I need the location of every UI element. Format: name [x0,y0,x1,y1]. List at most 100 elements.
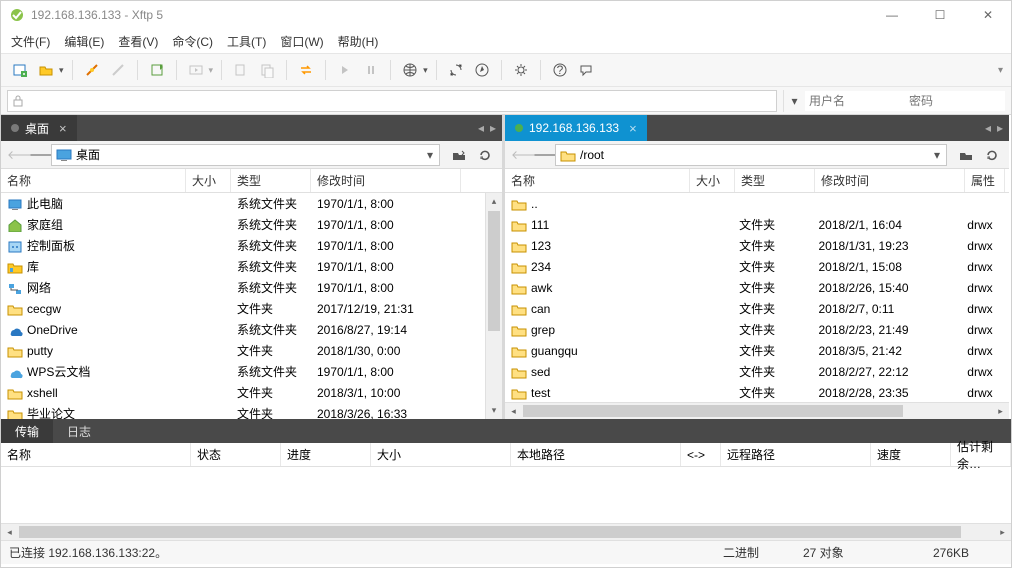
close-button[interactable]: ✕ [973,8,1003,22]
file-row[interactable]: 库系统文件夹1970/1/1, 8:00 [1,256,502,277]
connect-button[interactable] [81,59,103,81]
menu-item[interactable]: 窗口(W) [280,33,323,50]
maximize-button[interactable]: ☐ [925,8,955,22]
close-tab-icon[interactable]: × [629,121,637,136]
local-path-combo[interactable]: ▾ [51,144,440,166]
tab-next-icon[interactable]: ▸ [490,121,496,135]
file-row[interactable]: WPS云文档系统文件夹1970/1/1, 8:00 [1,361,502,382]
column-header[interactable]: 本地路径 [511,443,681,466]
play-dropdown[interactable]: ▾ [209,65,214,76]
menu-item[interactable]: 编辑(E) [64,33,104,50]
address-bar[interactable] [7,90,777,112]
globe-dropdown[interactable]: ▾ [423,65,428,76]
column-header[interactable]: 速度 [871,443,951,466]
bottom-tab[interactable]: 日志 [53,419,105,443]
toolbar-overflow[interactable]: ▾ [998,65,1003,76]
open-button[interactable] [35,59,57,81]
path-dropdown-icon[interactable]: ▾ [932,148,942,162]
scroll-right-icon[interactable]: ▸ [994,524,1011,540]
column-header[interactable]: 属性 [965,169,1005,192]
remote-path-input[interactable] [580,148,928,162]
play-button[interactable] [185,59,207,81]
column-header[interactable]: 大小 [371,443,511,466]
file-row[interactable]: putty文件夹2018/1/30, 0:00 [1,340,502,361]
paste-button[interactable] [256,59,278,81]
column-header[interactable]: 名称 [1,443,191,466]
back-button[interactable]: 🡐 [511,147,529,162]
column-header[interactable]: 修改时间 [815,169,965,192]
scroll-down-icon[interactable]: ▾ [486,402,502,419]
close-tab-icon[interactable]: × [59,121,67,136]
transfer-button[interactable] [295,59,317,81]
file-row[interactable]: 控制面板系统文件夹1970/1/1, 8:00 [1,235,502,256]
up-button[interactable] [955,144,977,166]
file-row[interactable]: 毕业论文文件夹2018/3/26, 16:33 [1,403,502,419]
refresh-button[interactable] [474,144,496,166]
file-row[interactable]: cecgw文件夹2017/12/19, 21:31 [1,298,502,319]
password-input[interactable] [905,91,1005,111]
back-button[interactable]: 🡐 [7,147,25,162]
remote-path-combo[interactable]: ▾ [555,144,947,166]
scroll-left-icon[interactable]: ◂ [1,524,18,540]
column-header[interactable]: 类型 [231,169,311,192]
file-row[interactable]: can文件夹2018/2/7, 0:11drwx [505,298,1009,319]
resume-button[interactable] [334,59,356,81]
globe-button[interactable] [399,59,421,81]
bottom-tab[interactable]: 传输 [1,419,53,443]
file-row[interactable]: grep文件夹2018/2/23, 21:49drwx [505,319,1009,340]
compass-button[interactable] [471,59,493,81]
menu-item[interactable]: 文件(F) [11,33,50,50]
file-row[interactable]: 网络系统文件夹1970/1/1, 8:00 [1,277,502,298]
column-header[interactable]: 远程路径 [721,443,871,466]
column-header[interactable]: 进度 [281,443,371,466]
address-dropdown[interactable]: ▾ [783,90,805,112]
feedback-button[interactable] [575,59,597,81]
local-path-input[interactable] [76,148,421,162]
scroll-up-icon[interactable]: ▴ [486,193,502,210]
tab-prev-icon[interactable]: ◂ [985,121,991,135]
disconnect-button[interactable] [107,59,129,81]
file-row[interactable]: awk文件夹2018/2/26, 15:40drwx [505,277,1009,298]
path-dropdown-icon[interactable]: ▾ [425,148,435,162]
new-button[interactable] [9,59,31,81]
column-header[interactable]: 大小 [690,169,735,192]
file-row[interactable]: 家庭组系统文件夹1970/1/1, 8:00 [1,214,502,235]
scrollbar-horizontal[interactable]: ◂ ▸ [505,402,1009,419]
local-tab[interactable]: 桌面 × [1,115,77,141]
open-dropdown[interactable]: ▾ [59,65,64,76]
column-header[interactable]: 修改时间 [311,169,461,192]
minimize-button[interactable]: — [877,8,907,22]
up-button[interactable] [448,144,470,166]
copy-button[interactable] [230,59,252,81]
menu-item[interactable]: 工具(T) [227,33,266,50]
refresh-button[interactable] [981,144,1003,166]
file-row[interactable]: OneDrive系统文件夹2016/8/27, 19:14 [1,319,502,340]
file-row[interactable]: xshell文件夹2018/3/1, 10:00 [1,382,502,403]
transfer-scrollbar[interactable]: ◂ ▸ [1,523,1011,540]
file-row[interactable]: 111文件夹2018/2/1, 16:04drwx [505,214,1009,235]
remote-file-list[interactable]: ..111文件夹2018/2/1, 16:04drwx123文件夹2018/1/… [505,193,1009,402]
file-row[interactable]: 123文件夹2018/1/31, 19:23drwx [505,235,1009,256]
column-header[interactable]: 名称 [1,169,186,192]
tab-next-icon[interactable]: ▸ [997,121,1003,135]
file-row[interactable]: .. [505,193,1009,214]
menu-item[interactable]: 查看(V) [118,33,158,50]
column-header[interactable]: 状态 [191,443,281,466]
properties-button[interactable] [146,59,168,81]
local-file-list[interactable]: ▴ ▾ 此电脑系统文件夹1970/1/1, 8:00家庭组系统文件夹1970/1… [1,193,502,419]
menu-item[interactable]: 命令(C) [172,33,213,50]
help-button[interactable]: ? [549,59,571,81]
column-header[interactable]: <-> [681,443,721,466]
column-header[interactable]: 名称 [505,169,690,192]
scrollbar-vertical[interactable]: ▴ ▾ [485,193,502,419]
sync-button[interactable] [445,59,467,81]
settings-button[interactable] [510,59,532,81]
column-header[interactable]: 大小 [186,169,231,192]
file-row[interactable]: test文件夹2018/2/28, 23:35drwx [505,382,1009,402]
menu-item[interactable]: 帮助(H) [338,33,379,50]
file-row[interactable]: 此电脑系统文件夹1970/1/1, 8:00 [1,193,502,214]
file-row[interactable]: sed文件夹2018/2/27, 22:12drwx [505,361,1009,382]
column-header[interactable]: 估计剩余… [951,443,1011,466]
file-row[interactable]: guangqu文件夹2018/3/5, 21:42drwx [505,340,1009,361]
column-header[interactable]: 类型 [735,169,815,192]
